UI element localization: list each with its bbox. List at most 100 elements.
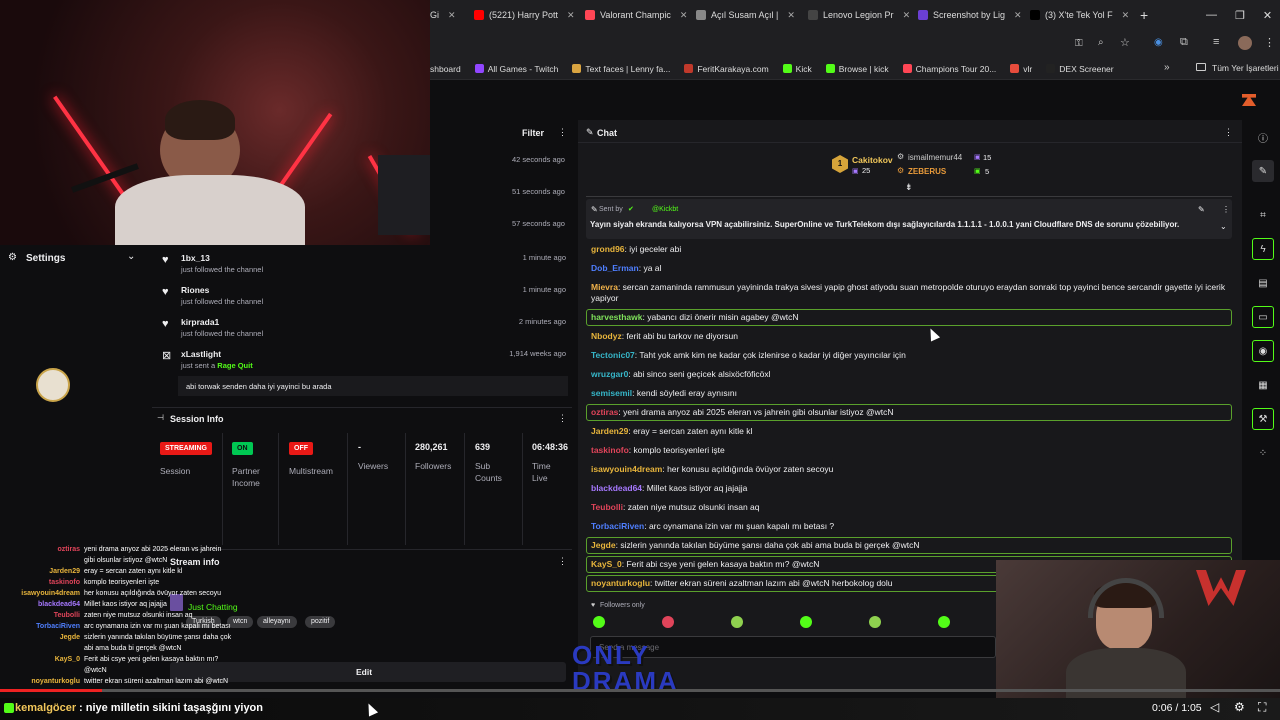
bookmark-item[interactable]: #53fc18Kick: [782, 64, 812, 74]
key-icon[interactable]: ⚿: [1075, 38, 1083, 49]
browser-tab[interactable]: #888 Açıl Susam Açıl | ✕: [696, 4, 802, 26]
more-bookmarks-icon[interactable]: »: [1164, 62, 1170, 73]
browser-tab[interactable]: #ff0000 (5221) Harry Pott ✕: [474, 4, 580, 26]
stream-tag[interactable]: alleyaynı: [257, 616, 297, 628]
window-control-icon[interactable]: ❐: [1235, 9, 1245, 22]
lightning-icon[interactable]: ϟ: [1252, 238, 1274, 260]
bookmark-item[interactable]: #e74c3cvlr: [1010, 64, 1032, 74]
bookmark-item[interactable]: #ff4655Champions Tour 20...: [902, 64, 996, 74]
bookmark-item[interactable]: #9146ffAll Games - Twitch: [474, 64, 558, 74]
emote-icon[interactable]: [800, 616, 812, 628]
pencil-icon[interactable]: ✎: [1252, 160, 1274, 182]
chat-username[interactable]: taskinofo: [591, 445, 629, 455]
tab-close-icon[interactable]: ✕: [448, 10, 456, 21]
star-icon[interactable]: ☆: [1120, 36, 1130, 49]
settings-section[interactable]: ⚙ Settings ⌄: [0, 245, 152, 271]
chat-username[interactable]: Nbodyz: [591, 331, 622, 341]
puzzle-icon[interactable]: ⧉: [1180, 36, 1188, 49]
bookmark-item[interactable]: #d9a441Text faces | Lenny fa...: [572, 64, 670, 74]
tab-close-icon[interactable]: ✕: [1122, 10, 1130, 21]
extension-icon[interactable]: ◉: [1154, 37, 1163, 48]
tab-close-icon[interactable]: ✕: [680, 10, 688, 21]
chat-username[interactable]: oztiras: [591, 407, 618, 417]
broadcast-icon[interactable]: ◉: [1252, 340, 1274, 362]
chat-username[interactable]: Dob_Erman: [591, 263, 639, 273]
chat-username[interactable]: semisemil: [591, 388, 632, 398]
chat-username[interactable]: grond96: [591, 244, 625, 254]
unpin-icon[interactable]: ✎: [1198, 205, 1205, 214]
chat-username[interactable]: Jarden29: [591, 426, 628, 436]
chevron-down-icon[interactable]: ⌄: [1220, 222, 1227, 231]
emote-icon[interactable]: [593, 616, 605, 628]
fullscreen-icon[interactable]: ⛶: [1258, 700, 1266, 715]
emote-icon[interactable]: [869, 616, 881, 628]
chat-username[interactable]: Jegde: [591, 540, 616, 550]
collapse-icon[interactable]: ⇟: [905, 182, 913, 193]
settings-gear-icon[interactable]: ⚙: [1234, 700, 1245, 714]
bookmark-item[interactable]: #222DEX Screener: [1046, 64, 1114, 74]
sent-by-user[interactable]: @Kickbt: [652, 206, 678, 213]
browser-tab[interactable]: Gi ✕: [430, 4, 470, 26]
leaderboard-second-name[interactable]: ismailmemur44: [908, 153, 962, 162]
chat-username[interactable]: blackdead64: [591, 483, 642, 493]
chat-username[interactable]: isawyouin4dream: [591, 464, 662, 474]
tab-close-icon[interactable]: ✕: [787, 10, 795, 21]
chat-username[interactable]: KayS_0: [591, 559, 622, 569]
volume-icon[interactable]: ◁: [1210, 700, 1219, 714]
chat-username[interactable]: wruzgar0: [591, 369, 628, 379]
chevron-down-icon[interactable]: ⌄: [127, 251, 135, 262]
activity-username[interactable]: xLastlight: [181, 349, 221, 359]
browser-tab[interactable]: #6b3fd4 Screenshot by Lig ✕: [918, 4, 1024, 26]
all-bookmarks-label[interactable]: Tüm Yer İşaretleri: [1212, 63, 1279, 73]
stream-tag[interactable]: pozitif: [305, 616, 336, 628]
emote-icon[interactable]: [938, 616, 950, 628]
chat-username[interactable]: Teubolli: [591, 502, 623, 512]
window-controls[interactable]: — ❐ ✕: [1206, 4, 1272, 26]
kick-brand-icon[interactable]: [1242, 94, 1256, 106]
document-icon[interactable]: ▤: [1252, 272, 1274, 294]
tab-close-icon[interactable]: ✕: [903, 10, 911, 21]
activity-username[interactable]: 1bx_13: [181, 253, 210, 263]
progress-track[interactable]: [0, 689, 1280, 692]
emote-icon[interactable]: [662, 616, 674, 628]
wrench-icon[interactable]: ⚒: [1252, 408, 1274, 430]
activity-menu-icon[interactable]: ⋮: [558, 127, 567, 138]
window-control-icon[interactable]: ✕: [1263, 9, 1272, 22]
session-menu-icon[interactable]: ⋮: [558, 413, 567, 424]
bookmark-item[interactable]: #c0392bFeritKarakaya.com: [684, 64, 769, 74]
browser-tab[interactable]: #000 (3) X'te Tek Yol F ✕: [1030, 4, 1136, 26]
tab-close-icon[interactable]: ✕: [1014, 10, 1022, 21]
menu-icon[interactable]: ⋮: [1264, 36, 1275, 49]
stream-info-menu-icon[interactable]: ⋮: [558, 556, 567, 567]
bookmark-item[interactable]: #53fc18Browse | kick: [825, 64, 889, 74]
profile-avatar[interactable]: [1238, 36, 1252, 50]
leaderboard-first-name[interactable]: Cakitokov: [852, 155, 893, 165]
chat-icon[interactable]: ▭: [1252, 306, 1274, 328]
zoom-icon[interactable]: ⌕: [1098, 37, 1104, 48]
chat-username[interactable]: TorbaciRiven: [591, 521, 644, 531]
leaderboard-third-name[interactable]: ZEBERUS: [908, 167, 946, 176]
info-icon[interactable]: ⓘ: [1252, 126, 1274, 148]
pinned-menu-icon[interactable]: ⋮: [1222, 205, 1230, 214]
activity-username[interactable]: kirprada1: [181, 317, 219, 327]
activity-username[interactable]: Riones: [181, 285, 209, 295]
share-icon[interactable]: ⁘: [1252, 442, 1274, 464]
browser-tab[interactable]: #ff4655 Valorant Champic ✕: [585, 4, 691, 26]
new-tab-button[interactable]: +: [1140, 4, 1148, 26]
chat-menu-icon[interactable]: ⋮: [1224, 127, 1233, 138]
crop-icon[interactable]: ⌗: [1252, 204, 1274, 226]
category-label[interactable]: Just Chatting: [188, 602, 238, 612]
emote-icon[interactable]: [731, 616, 743, 628]
chat-username[interactable]: harvesthawk: [591, 312, 643, 322]
filter-button[interactable]: Filter: [522, 128, 544, 138]
address-bar[interactable]: ⚿ ⌕ ☆ ◉ ⧉ ≡ ⋮: [430, 30, 1280, 58]
media-icon[interactable]: ≡: [1213, 36, 1219, 48]
bookmark-item[interactable]: shboard: [430, 64, 461, 74]
tab-close-icon[interactable]: ✕: [567, 10, 575, 21]
edit-button[interactable]: Edit: [170, 662, 566, 682]
chat-username[interactable]: Mievra: [591, 282, 618, 292]
chat-username[interactable]: Tectonic07: [591, 350, 635, 360]
printer-icon[interactable]: ▦: [1252, 374, 1274, 396]
window-control-icon[interactable]: —: [1206, 9, 1217, 21]
browser-tab[interactable]: #444 Lenovo Legion Pr ✕: [808, 4, 914, 26]
